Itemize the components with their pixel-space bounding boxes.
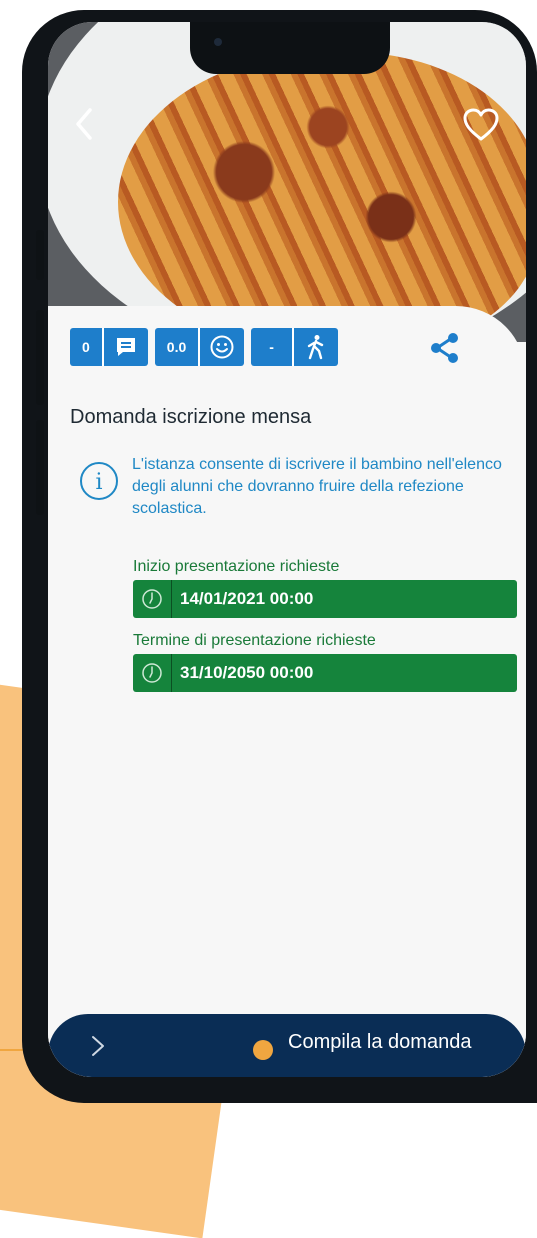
- stats-bar: 0 0.0 -: [70, 328, 345, 366]
- start-date-label: Inizio presentazione richieste: [133, 558, 340, 575]
- end-date-label: Termine di presentazione richieste: [133, 632, 376, 649]
- smiley-icon: [200, 328, 244, 366]
- start-date-value: 14/01/2021 00:00: [180, 589, 314, 608]
- rating-value: 0.0: [155, 328, 201, 366]
- comments-count: 0: [70, 328, 104, 366]
- phone-side-button: [36, 310, 44, 405]
- phone-side-button: [36, 420, 44, 515]
- phone-side-button: [36, 230, 44, 280]
- clock-icon: [133, 654, 172, 692]
- clock-icon: [133, 580, 172, 618]
- camera-dot: [214, 38, 222, 46]
- chevron-right-icon[interactable]: [88, 1034, 108, 1058]
- accessibility-stat[interactable]: -: [251, 328, 338, 366]
- chevron-left-icon: [76, 108, 92, 140]
- service-card: 0 0.0 - Domanda iscrizione mensa i L'ist…: [48, 306, 526, 1077]
- walking-person-icon: [294, 328, 338, 366]
- svg-text:i: i: [95, 470, 102, 495]
- pasta-shape: [118, 52, 526, 342]
- back-button[interactable]: [70, 106, 100, 142]
- comments-stat[interactable]: 0: [70, 328, 148, 366]
- heart-outline-icon: [463, 108, 499, 141]
- share-button[interactable]: [428, 332, 462, 364]
- end-date-bar: 31/10/2050 00:00: [133, 654, 517, 692]
- service-title: Domanda iscrizione mensa: [70, 406, 312, 428]
- info-icon: i: [78, 460, 120, 502]
- callout-dot: [253, 1040, 273, 1060]
- footer-action-bar: Compila la domanda: [48, 1014, 526, 1077]
- accessibility-value: -: [251, 328, 294, 366]
- start-date-bar: 14/01/2021 00:00: [133, 580, 517, 618]
- compile-application-button[interactable]: Compila la domanda: [288, 1031, 471, 1054]
- favorite-button[interactable]: [463, 108, 499, 142]
- share-icon: [431, 333, 458, 363]
- end-date-value: 31/10/2050 00:00: [180, 663, 314, 682]
- service-description: L'istanza consente di iscrivere il bambi…: [132, 456, 502, 517]
- phone-notch: [190, 22, 390, 74]
- app-screen: 0 0.0 - Domanda iscrizione mensa i L'ist…: [48, 22, 526, 1077]
- comment-icon: [104, 328, 148, 366]
- rating-stat[interactable]: 0.0: [154, 328, 245, 366]
